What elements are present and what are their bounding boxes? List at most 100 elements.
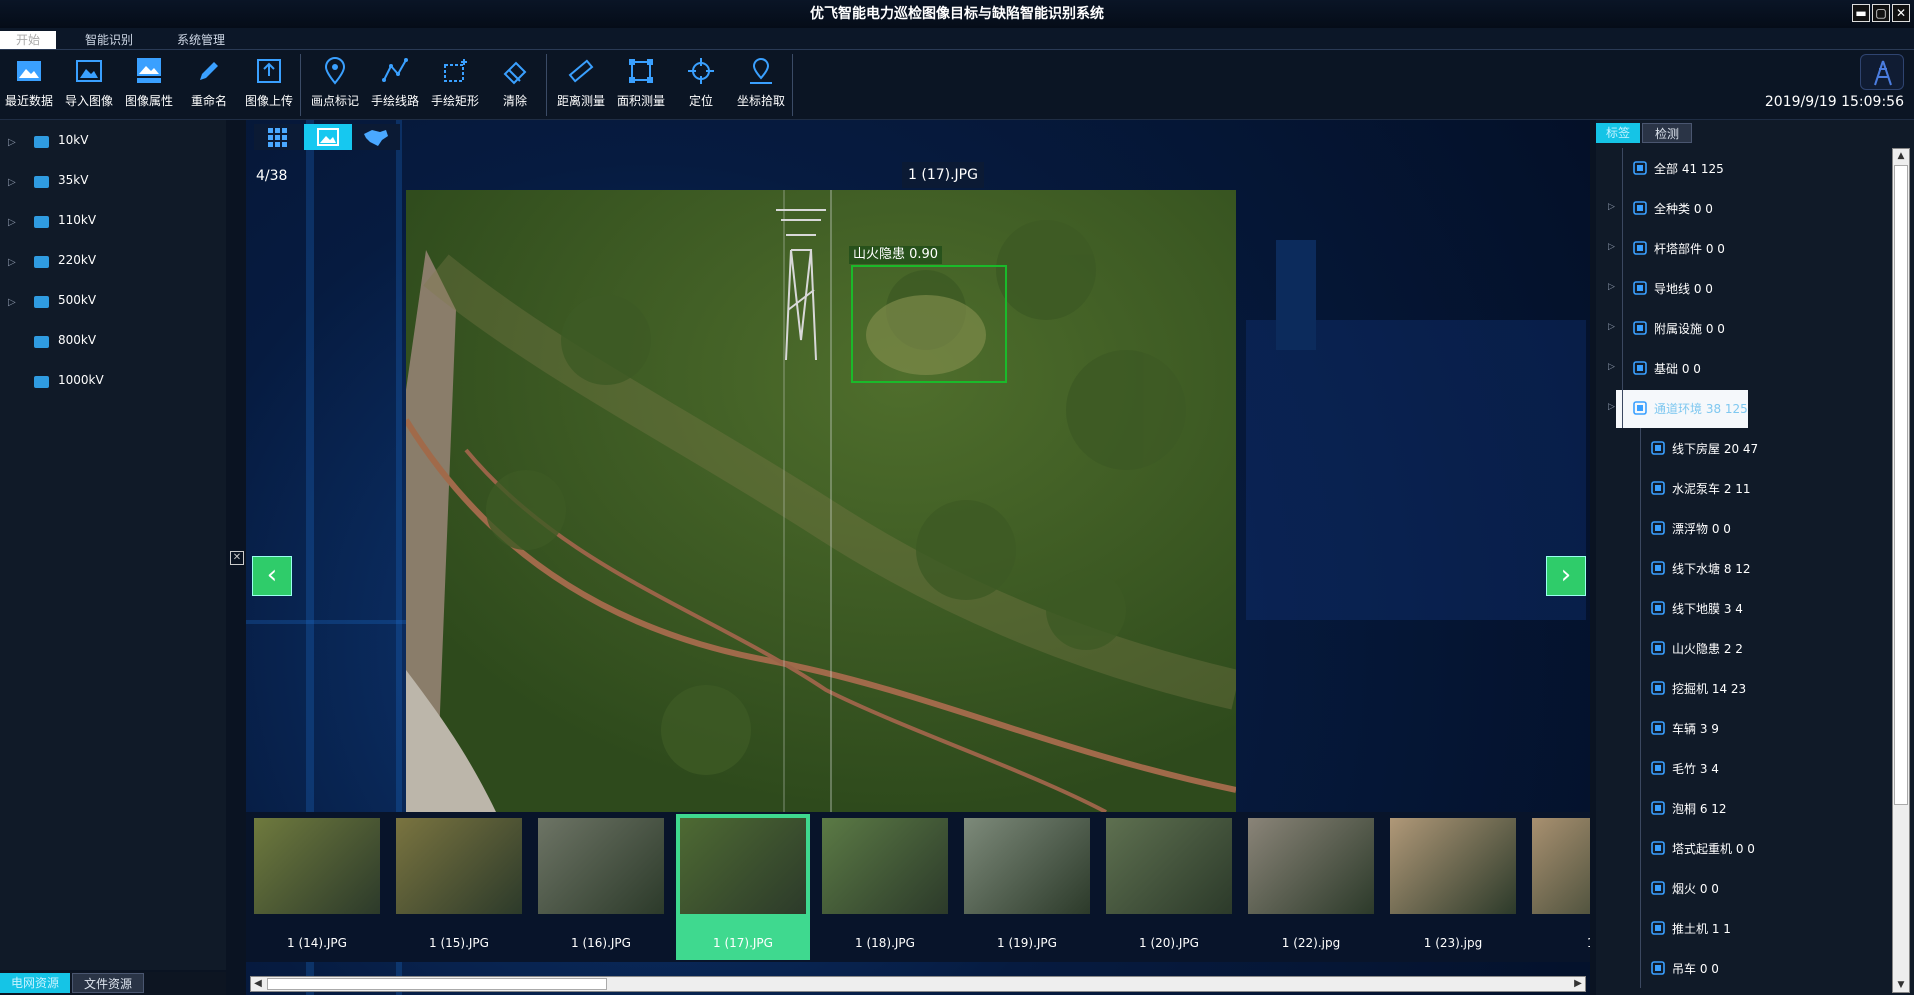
tree-item-label: 800kV bbox=[58, 333, 97, 347]
toolbar-button-coordinate-pick[interactable]: 坐标拾取 bbox=[732, 54, 790, 114]
category-node[interactable]: 挖掘机 14 23 bbox=[1596, 668, 1886, 708]
scrollbar-thumb[interactable] bbox=[1894, 165, 1908, 805]
category-node[interactable]: 线下地膜 3 4 bbox=[1596, 588, 1886, 628]
category-node[interactable]: 线下水塘 8 12 bbox=[1596, 548, 1886, 588]
category-scrollbar[interactable]: ▲ ▼ bbox=[1892, 148, 1910, 993]
toolbar-button-image-properties[interactable]: 图像属性 bbox=[120, 54, 178, 114]
toolbar-button-area-measure[interactable]: 面积测量 bbox=[612, 54, 670, 114]
toolbar-button-ruler[interactable]: 距离测量 bbox=[552, 54, 610, 114]
tree-item-voltage[interactable]: ▷ 10kV bbox=[0, 124, 226, 164]
tab-labels[interactable]: 标签 bbox=[1596, 123, 1640, 143]
category-node[interactable]: 泡桐 6 12 bbox=[1596, 788, 1886, 828]
category-node[interactable]: ▷ 杆塔部件 0 0 bbox=[1596, 228, 1886, 268]
thumbnail[interactable]: 1 (19).JPG bbox=[960, 814, 1094, 960]
user-avatar-icon[interactable] bbox=[1860, 54, 1904, 90]
map-view-icon[interactable] bbox=[352, 124, 400, 150]
tab-grid-resources[interactable]: 电网资源 bbox=[0, 973, 70, 993]
category-node[interactable]: 烟火 0 0 bbox=[1596, 868, 1886, 908]
chevron-right-icon[interactable]: ▷ bbox=[8, 297, 16, 308]
tree-item-voltage[interactable]: 1000kV bbox=[0, 364, 226, 404]
tree-item-voltage[interactable]: ▷ 500kV bbox=[0, 284, 226, 324]
thumbnail[interactable]: 1 (20).JPG bbox=[1102, 814, 1236, 960]
expand-arrow-icon[interactable]: ▷ bbox=[1608, 202, 1615, 212]
expand-arrow-icon[interactable]: ▷ bbox=[1608, 282, 1615, 292]
toolbar-button-upload[interactable]: 图像上传 bbox=[240, 54, 298, 114]
previous-image-button[interactable]: ‹ bbox=[252, 556, 292, 596]
category-node[interactable]: ▷ 附属设施 0 0 bbox=[1596, 308, 1886, 348]
category-node[interactable]: ▷ 基础 0 0 bbox=[1596, 348, 1886, 388]
thumbnail[interactable]: 1 (22).jpg bbox=[1244, 814, 1378, 960]
toolbar-button-rename-pen[interactable]: 重命名 bbox=[180, 54, 238, 114]
expand-arrow-icon[interactable]: ▷ bbox=[1608, 362, 1615, 372]
tree-item-voltage[interactable]: ▷ 220kV bbox=[0, 244, 226, 284]
thumbnail[interactable]: 1 (17).JPG bbox=[676, 814, 810, 960]
toolbar-button-map-pin[interactable]: 画点标记 bbox=[306, 54, 364, 114]
thumbnail[interactable]: 1 ( bbox=[1528, 814, 1590, 960]
chevron-right-icon[interactable]: ▷ bbox=[8, 137, 16, 148]
expand-arrow-icon[interactable]: ▷ bbox=[1608, 322, 1615, 332]
tree-item-voltage[interactable]: 800kV bbox=[0, 324, 226, 364]
tab-smart-recognition[interactable]: 智能识别 bbox=[78, 31, 140, 49]
category-node[interactable]: 漂浮物 0 0 bbox=[1596, 508, 1886, 548]
grid-view-icon[interactable] bbox=[254, 124, 302, 150]
next-image-button[interactable]: › bbox=[1546, 556, 1586, 596]
thumbnail[interactable]: 1 (23).jpg bbox=[1386, 814, 1520, 960]
toolbar-button-polyline[interactable]: 手绘线路 bbox=[366, 54, 424, 114]
scroll-right-icon[interactable]: ▶ bbox=[1571, 977, 1585, 991]
chevron-right-icon[interactable]: ▷ bbox=[8, 257, 16, 268]
category-node[interactable]: 车辆 3 9 bbox=[1596, 708, 1886, 748]
tab-start[interactable]: 开始 bbox=[0, 31, 56, 49]
map-pin-icon bbox=[324, 57, 346, 85]
category-label: 毛竹 3 4 bbox=[1672, 762, 1719, 776]
thumbnail-scrollbar[interactable]: ◀ ▶ bbox=[250, 976, 1586, 992]
chevron-right-icon[interactable]: ▷ bbox=[8, 177, 16, 188]
single-image-view-icon[interactable] bbox=[304, 124, 352, 150]
chevron-right-icon[interactable]: ▷ bbox=[8, 217, 16, 228]
close-button[interactable]: ✕ bbox=[1892, 4, 1910, 22]
detection-box[interactable] bbox=[851, 265, 1007, 383]
toolbar-button-import-image[interactable]: 导入图像 bbox=[60, 54, 118, 114]
category-node[interactable]: ▷ 通道环境 38 125 bbox=[1596, 388, 1886, 428]
category-node[interactable]: ▷ 导地线 0 0 bbox=[1596, 268, 1886, 308]
category-node[interactable]: 山火隐患 2 2 bbox=[1596, 628, 1886, 668]
category-node[interactable]: 吊车 0 0 bbox=[1596, 948, 1886, 988]
scroll-down-icon[interactable]: ▼ bbox=[1893, 978, 1909, 992]
collapse-panel-button[interactable]: ✕ bbox=[230, 551, 244, 565]
scroll-up-icon[interactable]: ▲ bbox=[1893, 149, 1909, 163]
tree-guide-line bbox=[1640, 588, 1641, 628]
tree-item-voltage[interactable]: ▷ 110kV bbox=[0, 204, 226, 244]
toolbar-button-eraser[interactable]: 清除 bbox=[486, 54, 544, 114]
tree-item-voltage[interactable]: ▷ 35kV bbox=[0, 164, 226, 204]
expand-arrow-icon[interactable]: ▷ bbox=[1608, 402, 1615, 412]
category-label: 线下地膜 3 4 bbox=[1672, 602, 1743, 616]
thumbnail[interactable]: 1 (18).JPG bbox=[818, 814, 952, 960]
toolbar-button-image[interactable]: 最近数据 bbox=[0, 54, 58, 114]
category-node[interactable]: 毛竹 3 4 bbox=[1596, 748, 1886, 788]
category-label: 通道环境 38 125 bbox=[1654, 402, 1748, 416]
toolbar-button-rectangle[interactable]: 手绘矩形 bbox=[426, 54, 484, 114]
tab-file-resources[interactable]: 文件资源 bbox=[72, 973, 144, 993]
category-label: 全种类 0 0 bbox=[1654, 202, 1713, 216]
category-node[interactable]: 推土机 1 1 bbox=[1596, 908, 1886, 948]
toolbar-button-crosshair[interactable]: 定位 bbox=[672, 54, 730, 114]
category-node[interactable]: ▷ 全种类 0 0 bbox=[1596, 188, 1886, 228]
maximize-button[interactable]: ▢ bbox=[1872, 4, 1890, 22]
tree-guide-line bbox=[1640, 428, 1641, 468]
expand-arrow-icon[interactable]: ▷ bbox=[1608, 242, 1615, 252]
scroll-left-icon[interactable]: ◀ bbox=[251, 977, 265, 991]
background-decoration bbox=[246, 620, 406, 624]
category-node[interactable]: 全部 41 125 bbox=[1596, 148, 1886, 188]
thumbnail[interactable]: 1 (14).JPG bbox=[250, 814, 384, 960]
category-node[interactable]: 线下房屋 20 47 bbox=[1596, 428, 1886, 468]
thumbnail[interactable]: 1 (15).JPG bbox=[392, 814, 526, 960]
category-node[interactable]: 塔式起重机 0 0 bbox=[1596, 828, 1886, 868]
tab-detection[interactable]: 检测 bbox=[1642, 123, 1692, 143]
app-title: 优飞智能电力巡检图像目标与缺陷智能识别系统 bbox=[810, 6, 1104, 22]
scrollbar-thumb[interactable] bbox=[267, 978, 607, 990]
thumbnail[interactable]: 1 (16).JPG bbox=[534, 814, 668, 960]
tree-guide-line bbox=[1622, 228, 1623, 268]
category-node[interactable]: 水泥泵车 2 11 bbox=[1596, 468, 1886, 508]
minimize-button[interactable]: ▬ bbox=[1852, 4, 1870, 22]
tab-system-management[interactable]: 系统管理 bbox=[170, 31, 232, 49]
thumbnail-label: 1 (20).JPG bbox=[1139, 936, 1199, 950]
